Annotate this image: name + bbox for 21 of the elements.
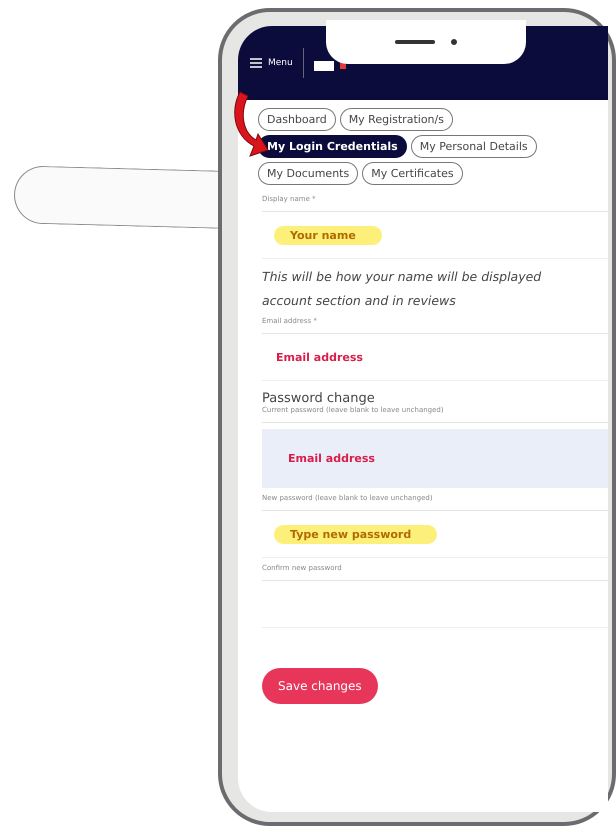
tab[interactable]: My Personal Details bbox=[410, 135, 537, 158]
placeholder-text: Type new password bbox=[274, 524, 438, 544]
tab[interactable]: My Registration/s bbox=[340, 108, 453, 131]
help-text: account section and in reviews bbox=[262, 292, 457, 310]
input-field[interactable]: Your name bbox=[262, 212, 608, 259]
tab[interactable]: My Certificates bbox=[362, 162, 463, 185]
tab[interactable]: Dashboard bbox=[258, 108, 336, 131]
placeholder-text: Email address bbox=[275, 350, 364, 366]
placeholder-text: Email address bbox=[287, 450, 376, 466]
logo-icon bbox=[314, 59, 348, 73]
save-button[interactable]: Save changes bbox=[262, 668, 378, 704]
input-field[interactable]: Type new password bbox=[262, 511, 608, 558]
input-field[interactable]: Email address bbox=[262, 429, 608, 488]
tab[interactable]: My Login Credentials bbox=[258, 135, 407, 158]
menu-button[interactable]: Menu bbox=[250, 58, 293, 68]
input-field[interactable]: Email address bbox=[262, 334, 608, 381]
placeholder-text: Your name bbox=[274, 226, 382, 244]
section-heading: Password change bbox=[262, 391, 376, 406]
menu-icon bbox=[250, 58, 262, 68]
help-text: This will be how your name will be displayed bbox=[262, 268, 542, 286]
tab[interactable]: My Documents bbox=[258, 162, 358, 185]
